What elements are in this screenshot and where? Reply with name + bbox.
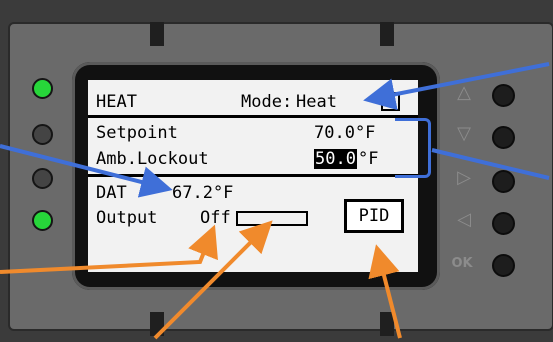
callout-arrow-settings [431, 148, 550, 180]
callout-arrow-level-bar [153, 220, 273, 340]
callout-arrows [0, 62, 550, 340]
callout-arrow-mode [363, 62, 550, 111]
callout-arrow-output [0, 224, 218, 274]
callout-arrow-dat [0, 144, 173, 198]
callout-arrow-pid [368, 244, 402, 339]
